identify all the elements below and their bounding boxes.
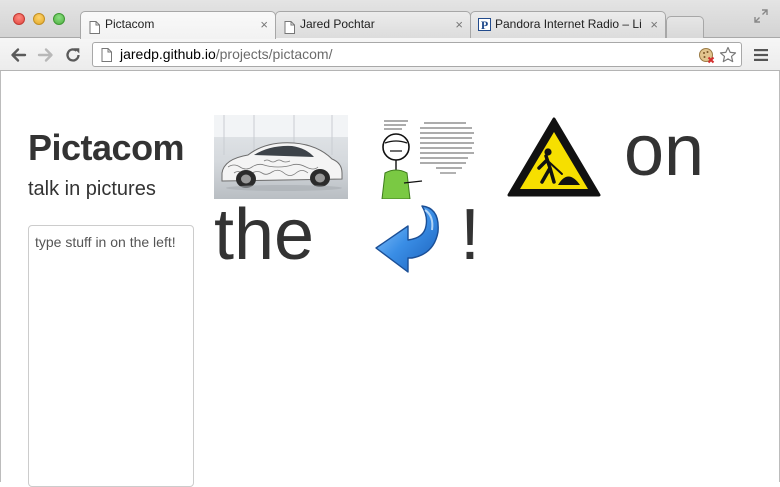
page-title: Pictacom: [28, 127, 185, 168]
reload-icon[interactable]: [63, 45, 83, 65]
page-icon: [284, 18, 295, 38]
back-arrow-icon[interactable]: [8, 45, 28, 65]
construction-warning-sign-icon: [507, 117, 601, 197]
pandora-p-icon: P: [478, 18, 491, 32]
window-close-button[interactable]: [13, 13, 25, 25]
output-word: the: [214, 195, 315, 275]
tab-close-icon[interactable]: ×: [455, 12, 463, 37]
page-icon: [89, 18, 100, 39]
window-zoom-button[interactable]: [53, 13, 65, 25]
output-word: !: [460, 195, 481, 275]
output-word: on: [624, 111, 705, 191]
fullscreen-icon[interactable]: [754, 9, 768, 28]
bookmark-star-icon[interactable]: [719, 46, 737, 69]
window-minimize-button[interactable]: [33, 13, 45, 25]
new-tab-button[interactable]: [666, 16, 704, 38]
url-path: /projects/pictacom/: [215, 46, 333, 62]
url-host: jaredp.github.io: [120, 46, 216, 62]
tab-jared-pochtar[interactable]: Jared Pochtar ×: [275, 11, 471, 38]
page-icon: [101, 48, 112, 67]
tab-close-icon[interactable]: ×: [260, 12, 268, 37]
url-text: jaredp.github.io/projects/pictacom/: [120, 43, 332, 66]
cookie-blocked-icon[interactable]: [698, 47, 715, 69]
menu-hamburger-icon[interactable]: [754, 48, 768, 66]
tab-title: Jared Pochtar: [300, 17, 375, 31]
page-subtitle: talk in pictures: [28, 178, 156, 200]
stick-figure-comic-with-handwriting: [376, 115, 488, 199]
forward-arrow-icon[interactable]: [36, 45, 56, 65]
browser-toolbar: jaredp.github.io/projects/pictacom/: [0, 38, 780, 71]
blue-curved-left-arrow-icon: [375, 205, 439, 273]
camouflaged-sports-car-photo: [214, 115, 348, 199]
message-input[interactable]: [28, 225, 194, 487]
address-bar[interactable]: jaredp.github.io/projects/pictacom/: [92, 42, 742, 67]
tab-title: Pictacom: [105, 17, 155, 31]
tab-close-icon[interactable]: ×: [650, 12, 658, 37]
tab-pictacom[interactable]: Pictacom ×: [80, 11, 276, 39]
tab-title: Pandora Internet Radio – Li: [495, 17, 642, 31]
tab-strip: Pictacom × Jared Pochtar × P Pandora Int…: [0, 0, 780, 39]
tab-pandora[interactable]: P Pandora Internet Radio – Li ×: [470, 11, 666, 38]
